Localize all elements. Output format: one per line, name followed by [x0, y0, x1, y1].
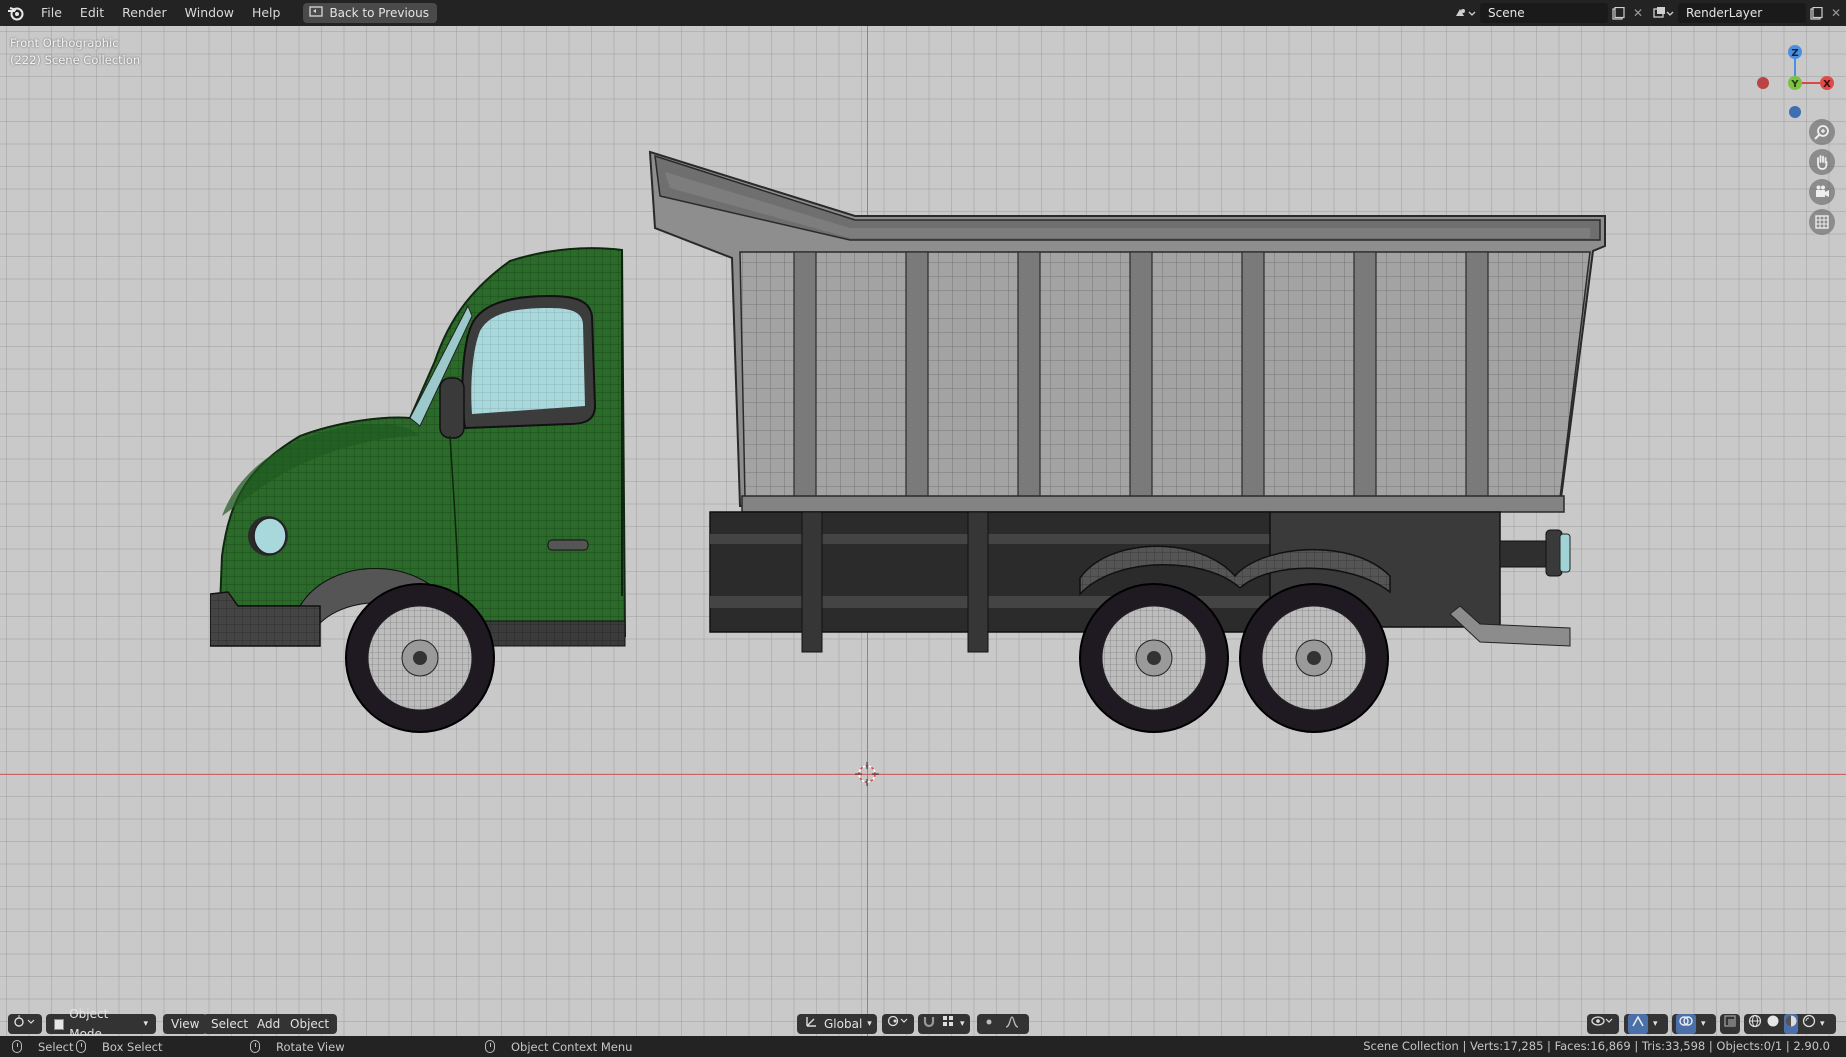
rendered-shading-icon[interactable] [1802, 1014, 1816, 1034]
proportional-editing-group[interactable] [977, 1014, 1029, 1034]
back-to-previous-button[interactable]: Back to Previous [303, 3, 437, 23]
back-to-previous-label: Back to Previous [329, 6, 429, 20]
editor-type-button[interactable] [8, 1014, 42, 1034]
proportional-edit-icon [983, 1014, 995, 1034]
neg-z-axis-icon[interactable] [1789, 106, 1801, 118]
y-axis-label: Y [1790, 79, 1799, 90]
middle-mouse-icon [76, 1040, 86, 1053]
pivot-point-dropdown[interactable] [882, 1014, 914, 1034]
perspective-grid-icon[interactable] [1809, 209, 1835, 235]
gizmo-icon [1628, 1014, 1648, 1034]
object-mode-icon [54, 1018, 65, 1030]
scene-browse-icon[interactable] [1450, 3, 1480, 23]
chevron-down-icon: ▾ [1820, 1019, 1825, 1029]
status-box-select-label: Box Select [102, 1039, 163, 1054]
chevron-down-icon: ▾ [867, 1019, 872, 1029]
menu-render[interactable]: Render [113, 0, 176, 26]
solid-shading-icon[interactable] [1766, 1014, 1780, 1034]
truck-model[interactable] [210, 136, 1610, 816]
new-scene-icon[interactable] [1608, 3, 1628, 23]
new-render-layer-icon[interactable] [1806, 3, 1826, 23]
navigation-gizmo[interactable]: Z X Y [1752, 32, 1842, 122]
scene-selector: Scene ✕ [1450, 3, 1648, 23]
transform-orientation-label: Global [824, 1017, 863, 1031]
render-layer-name-field[interactable]: RenderLayer [1678, 3, 1806, 23]
overlays-toggle-group[interactable]: ▾ [1672, 1014, 1716, 1034]
menu-file[interactable]: File [32, 0, 71, 26]
screen-icon [309, 5, 324, 21]
middle-mouse-drag-icon [250, 1040, 260, 1053]
left-mouse-icon [12, 1040, 22, 1053]
zoom-icon[interactable] [1809, 119, 1835, 145]
menu-help[interactable]: Help [243, 0, 290, 26]
falloff-curve-icon [1005, 1014, 1019, 1034]
neg-x-axis-icon[interactable] [1757, 77, 1769, 89]
menu-object[interactable]: Object [282, 1014, 338, 1034]
chevron-down-icon: ▾ [143, 1019, 148, 1029]
pivot-icon [886, 1014, 908, 1034]
remove-scene-icon[interactable]: ✕ [1628, 3, 1648, 23]
render-layer-selector: RenderLayer ✕ [1648, 3, 1846, 23]
scene-name-field[interactable]: Scene [1480, 3, 1608, 23]
menu-window[interactable]: Window [176, 0, 243, 26]
dump-bed [648, 150, 1606, 513]
status-context-menu-label: Object Context Menu [511, 1039, 633, 1054]
hand-pan-icon[interactable] [1809, 149, 1835, 175]
eye-icon [1591, 1014, 1613, 1034]
right-mouse-icon [485, 1040, 495, 1053]
top-menu-bar: File Edit Render Window Help Back to Pre… [0, 0, 1846, 26]
material-preview-icon[interactable] [1784, 1014, 1798, 1034]
status-rotate-view: Rotate View [250, 1036, 345, 1057]
collection-label: (222) Scene Collection [10, 53, 141, 67]
chevron-down-icon: ▾ [1653, 1019, 1658, 1029]
snap-grid-icon [941, 1014, 955, 1034]
editor-type-icon [12, 1014, 36, 1034]
magnet-icon [922, 1014, 936, 1034]
camera-view-icon[interactable] [1809, 179, 1835, 205]
3d-viewport[interactable]: Front Orthographic (222) Scene Collectio… [0, 26, 1846, 1036]
status-bar: Select Box Select Rotate View Object Con… [0, 1036, 1846, 1057]
scene-statistics: Scene Collection | Verts:17,285 | Faces:… [1363, 1039, 1830, 1053]
visibility-dropdown[interactable] [1587, 1014, 1619, 1034]
xray-icon [1723, 1014, 1737, 1034]
status-context-menu: Object Context Menu [485, 1036, 632, 1057]
overlays-icon [1676, 1014, 1696, 1034]
remove-render-layer-icon[interactable]: ✕ [1826, 3, 1846, 23]
menu-view[interactable]: View [163, 1014, 208, 1034]
xray-toggle[interactable] [1720, 1014, 1740, 1034]
blender-logo-icon[interactable] [0, 0, 32, 26]
snap-settings-group[interactable]: ▾ [918, 1014, 970, 1034]
chevron-down-icon: ▾ [960, 1019, 965, 1029]
orientation-icon [805, 1014, 819, 1034]
status-box-select: Box Select [76, 1036, 163, 1057]
x-axis-label: X [1823, 79, 1831, 90]
status-select-label: Select [38, 1039, 74, 1054]
gizmo-toggle-group[interactable]: ▾ [1624, 1014, 1668, 1034]
wireframe-shading-icon[interactable] [1748, 1014, 1762, 1034]
transform-orientation-dropdown[interactable]: Global ▾ [797, 1014, 877, 1034]
shading-mode-group[interactable]: ▾ [1744, 1014, 1836, 1034]
menu-edit[interactable]: Edit [71, 0, 113, 26]
status-rotate-view-label: Rotate View [276, 1039, 345, 1054]
view-name-label: Front Orthographic [10, 36, 119, 50]
status-select: Select [12, 1036, 73, 1057]
chevron-down-icon: ▾ [1701, 1019, 1706, 1029]
z-axis-label: Z [1791, 48, 1798, 59]
render-layer-browse-icon[interactable] [1648, 3, 1678, 23]
object-mode-dropdown[interactable]: Object Mode ▾ [46, 1007, 156, 1041]
